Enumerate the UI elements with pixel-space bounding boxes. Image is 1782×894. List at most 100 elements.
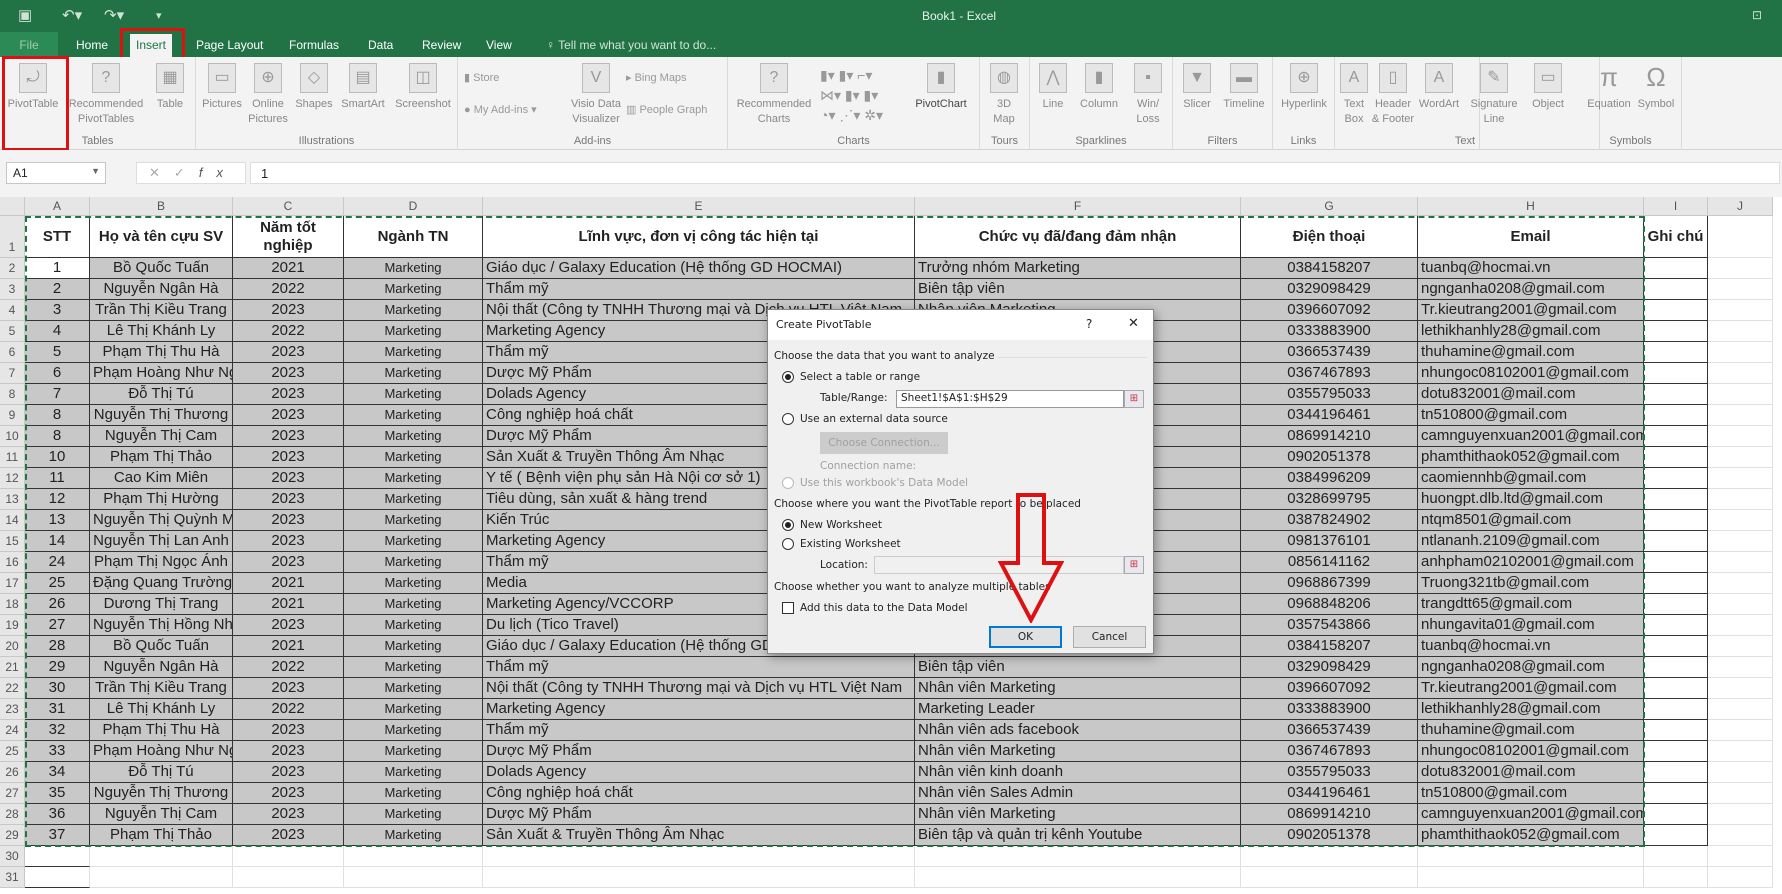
table-cell[interactable]: 8 bbox=[25, 405, 90, 426]
table-cell[interactable]: ngnganha0208@gmail.com bbox=[1418, 279, 1644, 300]
choose-connection-button[interactable]: Choose Connection... bbox=[820, 432, 948, 454]
hyperlink-button[interactable]: ⊕ Hyperlink bbox=[1277, 61, 1331, 112]
row-header[interactable]: 18 bbox=[0, 594, 25, 615]
help-icon[interactable]: ? bbox=[1086, 317, 1092, 331]
cell[interactable] bbox=[483, 846, 915, 867]
table-cell[interactable]: Biên tập viên bbox=[915, 657, 1241, 678]
collapse-dialog-icon[interactable]: ⊞ bbox=[1124, 556, 1144, 574]
table-cell[interactable]: 2023 bbox=[233, 678, 344, 699]
table-cell[interactable]: 2023 bbox=[233, 741, 344, 762]
cell[interactable] bbox=[90, 867, 233, 888]
table-cell[interactable]: 2023 bbox=[233, 783, 344, 804]
table-cell[interactable]: lethikhanhly28@gmail.com bbox=[1418, 699, 1644, 720]
cell[interactable] bbox=[1708, 678, 1773, 699]
cell[interactable] bbox=[1708, 720, 1773, 741]
table-cell[interactable]: 0384996209 bbox=[1241, 468, 1418, 489]
table-cell[interactable]: 2022 bbox=[233, 279, 344, 300]
table-cell[interactable]: 10 bbox=[25, 447, 90, 468]
row-header[interactable]: 25 bbox=[0, 741, 25, 762]
table-cell[interactable]: Trần Thị Kiều Trang bbox=[90, 678, 233, 699]
cell[interactable] bbox=[1644, 258, 1708, 279]
column-header-A[interactable]: A bbox=[25, 197, 90, 216]
table-cell[interactable]: Lê Thị Khánh Ly bbox=[90, 699, 233, 720]
tab-data[interactable]: Data bbox=[362, 36, 399, 54]
table-cell[interactable]: Nguyễn Ngân Hà bbox=[90, 279, 233, 300]
table-cell[interactable]: Marketing bbox=[344, 825, 483, 846]
cell[interactable] bbox=[1644, 552, 1708, 573]
column-header-J[interactable]: J bbox=[1708, 197, 1773, 216]
table-cell[interactable]: Marketing bbox=[344, 363, 483, 384]
table-cell[interactable]: Biên tập viên bbox=[915, 279, 1241, 300]
table-cell[interactable]: 2023 bbox=[233, 426, 344, 447]
table-cell[interactable]: 0387824902 bbox=[1241, 510, 1418, 531]
table-cell[interactable]: 2022 bbox=[233, 321, 344, 342]
cell[interactable] bbox=[1644, 657, 1708, 678]
table-cell[interactable]: 33 bbox=[25, 741, 90, 762]
cell[interactable] bbox=[915, 846, 1241, 867]
table-cell[interactable]: Marketing Agency bbox=[483, 699, 915, 720]
cell[interactable] bbox=[1708, 741, 1773, 762]
row-header[interactable]: 16 bbox=[0, 552, 25, 573]
table-cell[interactable]: Phạm Hoàng Như Ngọc bbox=[90, 363, 233, 384]
signature-line-button[interactable]: ✎ Signature Line bbox=[1466, 61, 1522, 127]
cell[interactable] bbox=[1708, 426, 1773, 447]
table-cell[interactable]: 2023 bbox=[233, 300, 344, 321]
row-header[interactable]: 2 bbox=[0, 258, 25, 279]
table-cell[interactable]: 2023 bbox=[233, 552, 344, 573]
object-button[interactable]: ▭ Object bbox=[1526, 61, 1570, 112]
name-box[interactable]: A1 ▼ bbox=[6, 162, 106, 184]
undo-icon[interactable]: ↶▾ bbox=[62, 6, 82, 24]
tab-page-layout[interactable]: Page Layout bbox=[190, 36, 269, 54]
fx-icon[interactable]: fx bbox=[199, 165, 237, 180]
table-cell[interactable]: Nhân viên ads facebook bbox=[915, 720, 1241, 741]
table-cell[interactable]: 13 bbox=[25, 510, 90, 531]
table-cell[interactable]: 0869914210 bbox=[1241, 426, 1418, 447]
table-cell[interactable]: 24 bbox=[25, 552, 90, 573]
table-cell[interactable]: 2023 bbox=[233, 489, 344, 510]
table-cell[interactable]: 7 bbox=[25, 384, 90, 405]
cell[interactable] bbox=[1708, 657, 1773, 678]
redo-icon[interactable]: ↷▾ bbox=[104, 6, 124, 24]
table-cell[interactable]: Nhân viên Marketing bbox=[915, 741, 1241, 762]
table-cell[interactable]: 2021 bbox=[233, 636, 344, 657]
row-header[interactable]: 19 bbox=[0, 615, 25, 636]
recommended-pivottables-button[interactable]: ? Recommended PivotTables bbox=[66, 61, 146, 127]
table-cell[interactable]: 2023 bbox=[233, 825, 344, 846]
table-cell[interactable]: Phạm Hoàng Như Ngọc bbox=[90, 741, 233, 762]
table-cell[interactable]: Nguyễn Thị Thương bbox=[90, 783, 233, 804]
table-cell[interactable]: Dược Mỹ Phẩm bbox=[483, 804, 915, 825]
row-header[interactable]: 12 bbox=[0, 468, 25, 489]
table-cell[interactable]: 4 bbox=[25, 321, 90, 342]
table-cell[interactable]: Công nghiệp hoá chất bbox=[483, 783, 915, 804]
table-cell[interactable]: Dương Thị Trang bbox=[90, 594, 233, 615]
column-header-F[interactable]: F bbox=[915, 197, 1241, 216]
table-cell[interactable]: 0357543866 bbox=[1241, 615, 1418, 636]
table-cell[interactable]: 2023 bbox=[233, 531, 344, 552]
table-cell[interactable]: 0344196461 bbox=[1241, 783, 1418, 804]
table-cell[interactable]: 30 bbox=[25, 678, 90, 699]
table-cell[interactable]: Truong321tb@gmail.com bbox=[1418, 573, 1644, 594]
cell[interactable] bbox=[25, 867, 90, 888]
cell[interactable] bbox=[1708, 405, 1773, 426]
cell[interactable] bbox=[1241, 867, 1418, 888]
table-cell[interactable]: 8 bbox=[25, 426, 90, 447]
table-cell[interactable]: 0329098429 bbox=[1241, 657, 1418, 678]
cell[interactable] bbox=[1708, 510, 1773, 531]
cell[interactable] bbox=[1708, 384, 1773, 405]
table-cell[interactable]: 0344196461 bbox=[1241, 405, 1418, 426]
ok-button[interactable]: OK bbox=[989, 626, 1062, 648]
row-header[interactable]: 27 bbox=[0, 783, 25, 804]
table-cell[interactable]: phamthithaok052@gmail.com bbox=[1418, 825, 1644, 846]
table-cell[interactable]: 2023 bbox=[233, 468, 344, 489]
column-title[interactable]: Họ và tên cựu SV bbox=[90, 216, 233, 258]
table-cell[interactable]: 0329098429 bbox=[1241, 279, 1418, 300]
close-icon[interactable]: ✕ bbox=[1128, 316, 1139, 331]
data-model-radio[interactable] bbox=[782, 477, 794, 489]
column-title[interactable]: Điện thoại bbox=[1241, 216, 1418, 258]
table-cell[interactable]: Cao Kim Miên bbox=[90, 468, 233, 489]
table-cell[interactable]: Marketing bbox=[344, 741, 483, 762]
cell[interactable] bbox=[1644, 426, 1708, 447]
sparkline-winloss-button[interactable]: ▪ Win/ Loss bbox=[1128, 61, 1168, 127]
table-cell[interactable]: Phạm Thị Thảo bbox=[90, 447, 233, 468]
column-header-B[interactable]: B bbox=[90, 197, 233, 216]
